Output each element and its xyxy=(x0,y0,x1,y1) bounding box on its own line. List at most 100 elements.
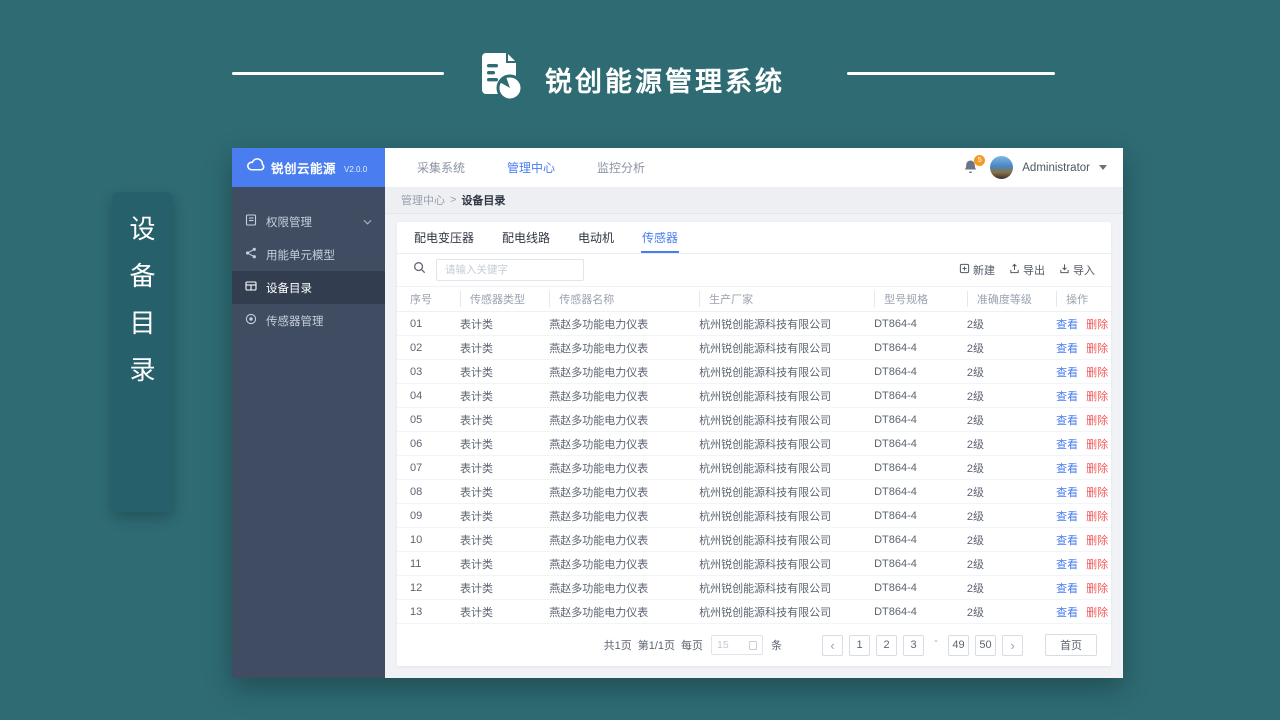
view-link[interactable]: 查看 xyxy=(1056,583,1078,595)
new-button[interactable]: 新建 xyxy=(959,262,995,278)
cell-sensor-type: 表计类 xyxy=(446,383,537,409)
view-link[interactable]: 查看 xyxy=(1056,319,1078,331)
cell-accuracy: 2级 xyxy=(953,551,1044,577)
sidebar-item-sensor-mgmt[interactable]: 传感器管理 xyxy=(232,304,385,337)
cell-no: 06 xyxy=(397,431,447,457)
tab-sensor[interactable]: 传感器 xyxy=(641,222,680,253)
export-button[interactable]: 导出 xyxy=(1009,262,1045,278)
cell-sensor-name: 燕赵多功能电力仪表 xyxy=(536,479,687,505)
breadcrumb-current: 设备目录 xyxy=(461,195,506,207)
notification-bell-icon[interactable]: 5 xyxy=(963,154,986,177)
search-input[interactable] xyxy=(436,259,584,282)
user-dropdown-caret-icon[interactable] xyxy=(1099,165,1107,170)
delete-link[interactable]: 删除 xyxy=(1086,487,1108,499)
pager-prev-button[interactable]: ‹ xyxy=(822,634,843,656)
cell-sensor-type: 表计类 xyxy=(446,359,537,385)
pager-page-50[interactable]: 50 xyxy=(975,634,996,656)
header-actions: 操作 xyxy=(1043,286,1111,313)
sidebar-item-permission-mgmt[interactable]: 权限管理 xyxy=(232,205,385,238)
view-link[interactable]: 查看 xyxy=(1056,607,1078,619)
nav-collection-system[interactable]: 采集系统 xyxy=(417,159,465,176)
delete-link[interactable]: 删除 xyxy=(1086,463,1108,475)
device-type-tabs: 配电变压器 配电线路 电动机 传感器 xyxy=(397,222,1111,254)
nav-monitoring-analysis[interactable]: 监控分析 xyxy=(597,159,645,176)
cell-accuracy: 2级 xyxy=(953,359,1044,385)
view-link[interactable]: 查看 xyxy=(1056,511,1078,523)
view-link[interactable]: 查看 xyxy=(1056,367,1078,379)
delete-link[interactable]: 删除 xyxy=(1086,607,1108,619)
delete-link[interactable]: 删除 xyxy=(1086,583,1108,595)
pager-next-button[interactable]: › xyxy=(1002,634,1023,656)
view-link[interactable]: 查看 xyxy=(1056,535,1078,547)
per-page-input[interactable] xyxy=(717,639,743,652)
delete-link[interactable]: 删除 xyxy=(1086,535,1108,547)
pager-page-49[interactable]: 49 xyxy=(948,634,969,656)
cell-model: DT864-4 xyxy=(861,551,954,577)
delete-link[interactable]: 删除 xyxy=(1086,391,1108,403)
cell-accuracy: 2级 xyxy=(953,503,1044,529)
view-link[interactable]: 查看 xyxy=(1056,415,1078,427)
tab-distribution-line[interactable]: 配电线路 xyxy=(501,222,551,253)
banner-line-left xyxy=(232,72,444,75)
cell-sensor-name: 燕赵多功能电力仪表 xyxy=(536,527,687,553)
top-nav: 采集系统 管理中心 监控分析 xyxy=(417,159,645,176)
per-page-stepper-icon[interactable] xyxy=(749,640,757,650)
cell-manufacturer: 杭州锐创能源科技有限公司 xyxy=(686,311,862,337)
app-logo-name: 锐创云能源 xyxy=(271,162,337,176)
cell-manufacturer: 杭州锐创能源科技有限公司 xyxy=(686,575,862,601)
table-row: 08 表计类 燕赵多功能电力仪表 杭州锐创能源科技有限公司 DT864-4 2级… xyxy=(397,479,1111,505)
sidebar-item-label: 权限管理 xyxy=(266,216,312,229)
table-toolbar: 新建 导出 导入 xyxy=(397,254,1111,286)
per-page-input-box xyxy=(711,635,763,656)
cell-accuracy: 2级 xyxy=(953,479,1044,505)
first-page-button[interactable]: 首页 xyxy=(1045,634,1097,657)
breadcrumb-parent[interactable]: 管理中心 xyxy=(401,192,445,208)
new-button-label: 新建 xyxy=(973,265,995,278)
cell-manufacturer: 杭州锐创能源科技有限公司 xyxy=(686,599,862,625)
sidebar-item-energy-unit-model[interactable]: 用能单元模型 xyxy=(232,238,385,271)
sidebar-item-device-catalog[interactable]: 设备目录 xyxy=(232,271,385,304)
cell-sensor-type: 表计类 xyxy=(446,407,537,433)
cell-actions: 查看 删除 xyxy=(1043,503,1111,529)
app-window: 锐创云能源 V2.0.0 权限管理 用能单元模型 设备目录 传感器管理 采集系统… xyxy=(232,148,1123,678)
cell-sensor-type: 表计类 xyxy=(446,527,537,553)
view-link[interactable]: 查看 xyxy=(1056,343,1078,355)
cell-sensor-type: 表计类 xyxy=(446,599,537,625)
avatar[interactable] xyxy=(990,156,1014,179)
delete-link[interactable]: 删除 xyxy=(1086,415,1108,427)
table-row: 12 表计类 燕赵多功能电力仪表 杭州锐创能源科技有限公司 DT864-4 2级… xyxy=(397,575,1111,601)
delete-link[interactable]: 删除 xyxy=(1086,343,1108,355)
cell-manufacturer: 杭州锐创能源科技有限公司 xyxy=(686,527,862,553)
cell-sensor-name: 燕赵多功能电力仪表 xyxy=(536,575,687,601)
view-link[interactable]: 查看 xyxy=(1056,559,1078,571)
delete-link[interactable]: 删除 xyxy=(1086,367,1108,379)
cell-sensor-name: 燕赵多功能电力仪表 xyxy=(536,503,687,529)
cell-actions: 查看 删除 xyxy=(1043,551,1111,577)
document-list-icon xyxy=(245,214,257,229)
notification-badge: 5 xyxy=(974,154,986,166)
pager-page-3[interactable]: 3 xyxy=(903,634,924,656)
view-link[interactable]: 查看 xyxy=(1056,487,1078,499)
import-button[interactable]: 导入 xyxy=(1059,262,1095,278)
delete-link[interactable]: 删除 xyxy=(1086,319,1108,331)
tab-distribution-transformer[interactable]: 配电变压器 xyxy=(413,222,475,253)
export-arrow-up-icon xyxy=(1009,263,1020,277)
delete-link[interactable]: 删除 xyxy=(1086,559,1108,571)
cell-sensor-name: 燕赵多功能电力仪表 xyxy=(536,599,687,625)
nav-management-center[interactable]: 管理中心 xyxy=(507,159,555,176)
vertical-label-char: 录 xyxy=(129,355,156,385)
pagination-current: 第1/1页 xyxy=(637,640,675,653)
table-row: 05 表计类 燕赵多功能电力仪表 杭州锐创能源科技有限公司 DT864-4 2级… xyxy=(397,407,1111,433)
view-link[interactable]: 查看 xyxy=(1056,439,1078,451)
tab-motor[interactable]: 电动机 xyxy=(577,222,615,253)
cell-sensor-type: 表计类 xyxy=(446,311,537,337)
cell-sensor-type: 表计类 xyxy=(446,479,537,505)
view-link[interactable]: 查看 xyxy=(1056,463,1078,475)
main-panel: 采集系统 管理中心 监控分析 5 Administrator 管理中心 > 设备… xyxy=(385,148,1123,678)
delete-link[interactable]: 删除 xyxy=(1086,439,1108,451)
toolbar-actions: 新建 导出 导入 xyxy=(959,262,1095,278)
pager-page-1[interactable]: 1 xyxy=(849,634,870,656)
view-link[interactable]: 查看 xyxy=(1056,391,1078,403)
pager-page-2[interactable]: 2 xyxy=(876,634,897,656)
delete-link[interactable]: 删除 xyxy=(1086,511,1108,523)
